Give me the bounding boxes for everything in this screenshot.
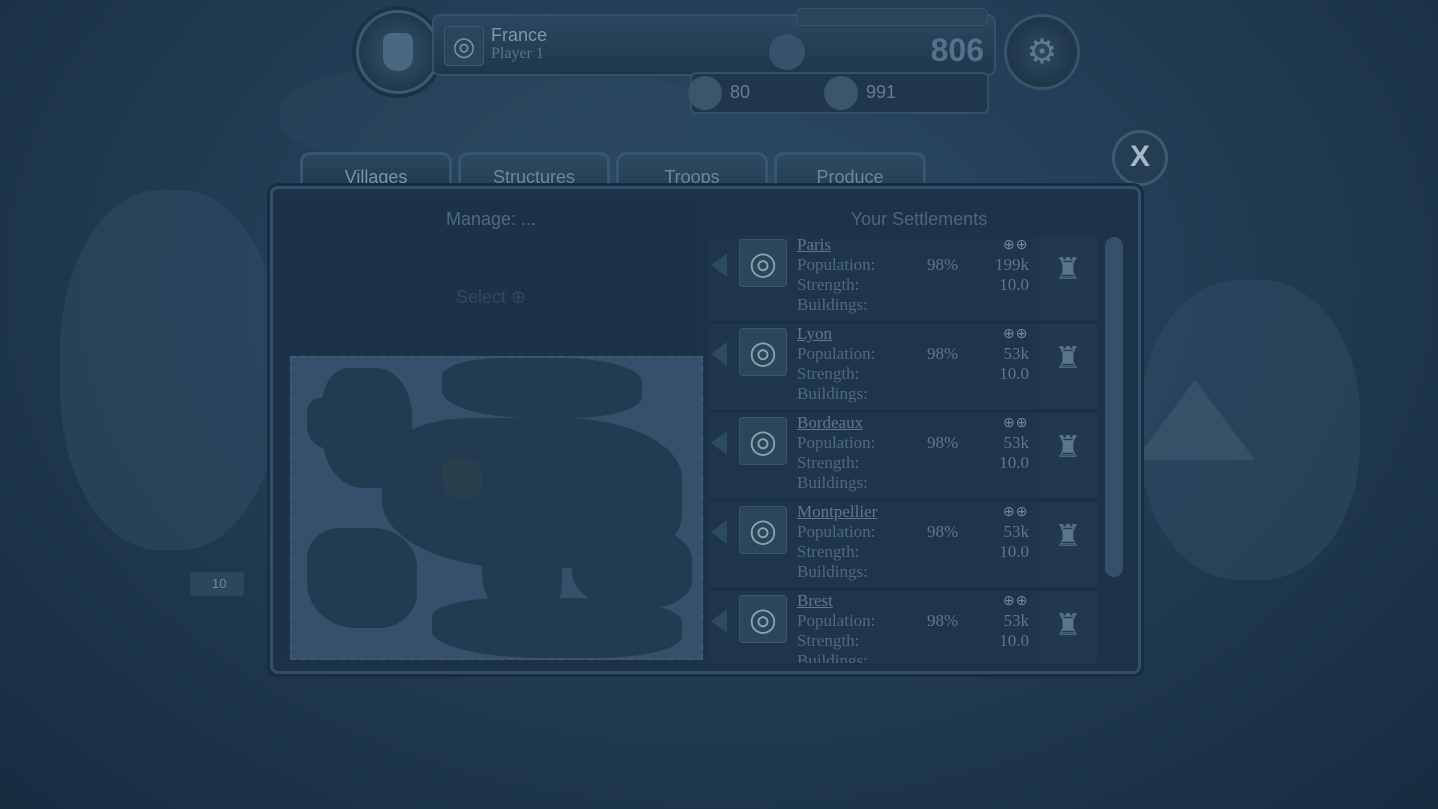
minimap-land xyxy=(307,398,347,448)
gold-bar-top xyxy=(796,8,988,26)
settlement-population: 53k xyxy=(1003,344,1030,363)
arrow-left-icon[interactable] xyxy=(711,431,727,455)
minimap-land xyxy=(442,358,642,418)
settlements-scrollbar[interactable] xyxy=(1105,237,1123,577)
settlement-percent: 98% xyxy=(927,255,959,274)
europe-minimap[interactable] xyxy=(290,356,703,660)
strength-label: Strength: xyxy=(797,364,860,383)
settlement-percent: 98% xyxy=(927,344,959,363)
settlement-population: 199k xyxy=(995,255,1029,274)
player-info-panel: ◎ France Player 1 806 xyxy=(432,8,996,76)
map-unit-strength: 10 xyxy=(212,576,227,591)
settlement-row[interactable]: ◎ Bordeaux Population: Strength: Buildin… xyxy=(709,413,1097,501)
modifier-icons[interactable]: ⊕⊕ xyxy=(1003,236,1028,253)
settlement-name[interactable]: Brest xyxy=(797,591,833,611)
food-value: 991 xyxy=(866,82,897,102)
target-icon: ◎ xyxy=(739,328,787,376)
settlement-name[interactable]: Lyon xyxy=(797,324,832,344)
building-icon[interactable]: ♜ xyxy=(1039,502,1097,586)
player-name: Player 1 xyxy=(491,45,544,62)
gold-icon xyxy=(769,34,805,70)
population-label: Population: xyxy=(797,522,876,541)
shield-icon xyxy=(383,33,413,71)
target-icon: ◎ xyxy=(739,239,787,287)
settlements-list: ◎ Paris Population: Strength: Buildings:… xyxy=(709,235,1099,663)
gold-value: 806 xyxy=(930,32,984,68)
settlement-row[interactable]: ◎ Paris Population: Strength: Buildings:… xyxy=(709,235,1097,323)
population-label: Population: xyxy=(797,344,876,363)
buildings-label: Buildings: xyxy=(797,295,868,314)
food-icon xyxy=(824,76,858,110)
modifier-icons[interactable]: ⊕⊕ xyxy=(1003,414,1028,431)
buildings-label: Buildings: xyxy=(797,562,868,581)
settlement-population: 53k xyxy=(1003,611,1030,630)
settlement-row[interactable]: ◎ Lyon Population: Strength: Buildings: … xyxy=(709,324,1097,412)
buildings-label: Buildings: xyxy=(797,384,868,403)
target-icon: ◎ xyxy=(444,26,484,66)
settlements-pane: Your Settlements ◎ Paris Population: Str… xyxy=(709,197,1129,663)
strength-label: Strength: xyxy=(797,542,860,561)
select-button[interactable]: Select ⊕ xyxy=(281,287,701,308)
settlement-name[interactable]: Bordeaux xyxy=(797,413,863,433)
settlement-strength: 10.0 xyxy=(999,364,1029,383)
modifier-icons[interactable]: ⊕⊕ xyxy=(1003,503,1028,520)
settings-button[interactable]: ⚙ xyxy=(1004,14,1080,90)
map-unit-marker[interactable]: 10 xyxy=(190,572,244,596)
building-icon[interactable]: ♜ xyxy=(1039,413,1097,497)
manage-title: Manage: ... xyxy=(445,209,537,229)
strength-label: Strength: xyxy=(797,275,860,294)
modifier-icons[interactable]: ⊕⊕ xyxy=(1003,325,1028,342)
background-mountain xyxy=(1135,380,1255,460)
settlements-title: Your Settlements xyxy=(850,209,988,229)
target-icon: ◎ xyxy=(739,595,787,643)
gear-icon: ⚙ xyxy=(1026,33,1058,71)
strength-label: Strength: xyxy=(797,453,860,472)
target-icon: ◎ xyxy=(739,506,787,554)
background-land xyxy=(60,190,280,550)
settlement-strength: 10.0 xyxy=(999,453,1029,472)
population-label: Population: xyxy=(797,433,876,452)
villages-panel: Manage: ... Select ⊕ Your Settlements ◎ … xyxy=(270,186,1141,674)
minimap-land xyxy=(432,598,682,658)
resources-panel: 80 991 xyxy=(688,72,989,114)
modifier-icons[interactable]: ⊕⊕ xyxy=(1003,592,1028,609)
target-icon: ◎ xyxy=(739,417,787,465)
settlement-strength: 10.0 xyxy=(999,275,1029,294)
strength-label: Strength: xyxy=(797,631,860,650)
lumber-icon xyxy=(688,76,722,110)
population-label: Population: xyxy=(797,611,876,630)
buildings-label: Buildings: xyxy=(797,473,868,492)
minimap-land xyxy=(307,528,417,628)
settlement-row[interactable]: ◎ Montpellier Population: Strength: Buil… xyxy=(709,502,1097,590)
country-emblem[interactable] xyxy=(356,10,440,94)
arrow-left-icon[interactable] xyxy=(711,609,727,633)
settlement-name[interactable]: Montpellier xyxy=(797,502,877,522)
settlement-name[interactable]: Paris xyxy=(797,235,831,255)
settlement-population: 53k xyxy=(1003,522,1030,541)
population-label: Population: xyxy=(797,255,876,274)
buildings-label: Buildings: xyxy=(797,651,868,663)
country-name: France xyxy=(491,25,548,45)
close-button[interactable]: X xyxy=(1112,130,1168,186)
settlement-percent: 98% xyxy=(927,611,959,630)
settlement-strength: 10.0 xyxy=(999,542,1029,561)
manage-pane: Manage: ... Select ⊕ xyxy=(281,197,703,663)
settlement-strength: 10.0 xyxy=(999,631,1029,650)
arrow-left-icon[interactable] xyxy=(711,520,727,544)
settlement-row[interactable]: ◎ Brest Population: Strength: Buildings:… xyxy=(709,591,1097,663)
settlement-percent: 98% xyxy=(927,433,959,452)
minimap-land xyxy=(572,528,692,608)
settlement-population: 53k xyxy=(1003,433,1030,452)
minimap-france xyxy=(442,458,482,498)
building-icon[interactable]: ♜ xyxy=(1039,235,1097,319)
lumber-value: 80 xyxy=(730,82,751,102)
arrow-left-icon[interactable] xyxy=(711,253,727,277)
settlement-percent: 98% xyxy=(927,522,959,541)
building-icon[interactable]: ♜ xyxy=(1039,324,1097,408)
building-icon[interactable]: ♜ xyxy=(1039,591,1097,663)
arrow-left-icon[interactable] xyxy=(711,342,727,366)
close-icon: X xyxy=(1129,140,1150,173)
